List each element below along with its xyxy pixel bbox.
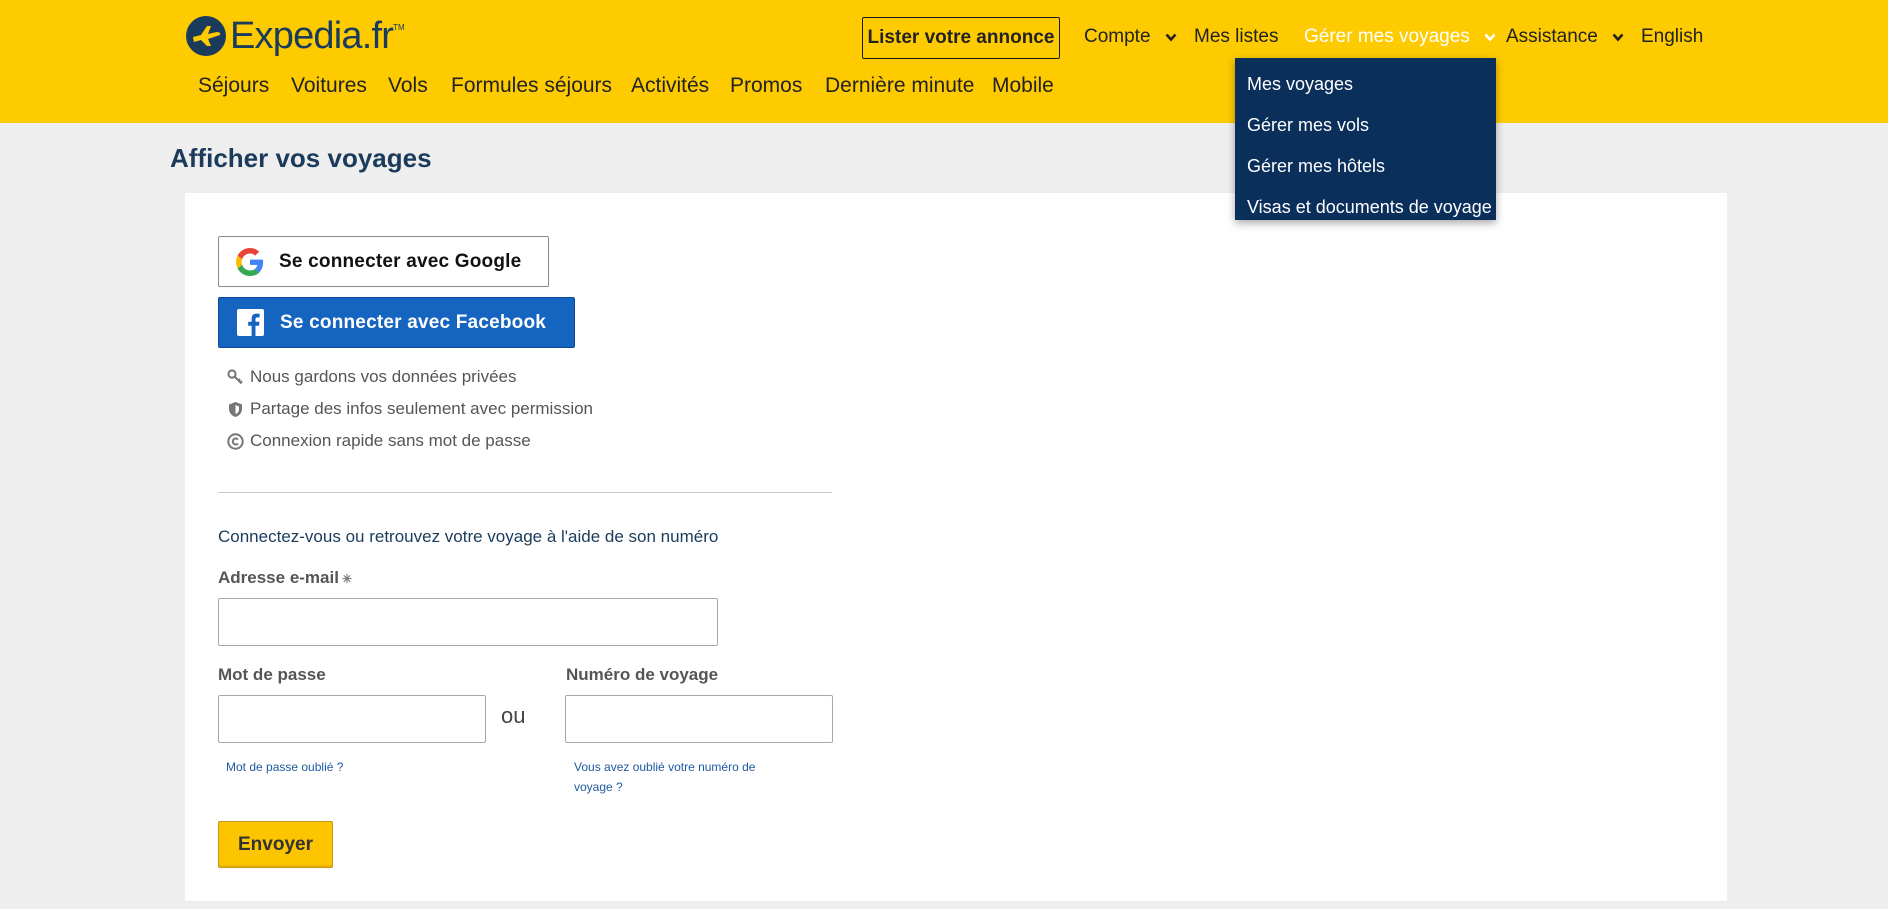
- nav-activities[interactable]: Activités: [631, 74, 709, 98]
- trip-number-field[interactable]: [565, 695, 833, 743]
- facebook-signin-button[interactable]: Se connecter avec Facebook: [218, 297, 575, 348]
- account-menu-label: Compte: [1084, 26, 1151, 47]
- page-title: Afficher vos voyages: [170, 143, 432, 173]
- manage-trips-label: Gérer mes voyages: [1304, 26, 1470, 47]
- language-link[interactable]: English: [1641, 26, 1703, 48]
- password-field[interactable]: [218, 695, 486, 743]
- account-menu[interactable]: Compte: [1084, 26, 1177, 48]
- list-property-button[interactable]: Lister votre annonce: [862, 17, 1060, 59]
- form-intro-text: Connectez-vous ou retrouvez votre voyage…: [218, 527, 719, 546]
- dropdown-item-manage-flights[interactable]: Gérer mes vols: [1235, 107, 1496, 148]
- trip-number-label: Numéro de voyage: [566, 665, 719, 684]
- feature-passwordless-text: Connexion rapide sans mot de passe: [250, 431, 531, 450]
- nav-stays[interactable]: Séjours: [198, 74, 269, 98]
- shield-icon: [229, 401, 242, 417]
- forgot-trip-number-link[interactable]: Vous avez oublié votre numéro de voyage …: [574, 757, 755, 797]
- submit-button[interactable]: Envoyer: [218, 821, 333, 868]
- email-label-text: Adresse e-mail: [218, 568, 339, 587]
- chevron-down-icon: [1612, 33, 1624, 41]
- nav-cars[interactable]: Voitures: [291, 74, 367, 98]
- feature-permission-text: Partage des infos seulement avec permiss…: [250, 399, 594, 418]
- nav-flights[interactable]: Vols: [388, 74, 428, 98]
- my-lists-label: Mes listes: [1194, 26, 1279, 47]
- facebook-icon: [237, 309, 264, 336]
- forgot-password-link[interactable]: Mot de passe oublié ?: [226, 757, 343, 777]
- support-menu-label: Assistance: [1506, 26, 1598, 47]
- dropdown-item-visas-documents[interactable]: Visas et documents de voyage: [1235, 189, 1496, 230]
- chevron-down-icon: [1484, 33, 1496, 41]
- feature-permission: Partage des infos seulement avec permiss…: [227, 399, 593, 419]
- forgot-trip-line1: Vous avez oublié votre numéro de: [574, 760, 756, 774]
- plane-logo-icon: [186, 16, 226, 56]
- nav-deals[interactable]: Promos: [730, 74, 802, 98]
- dropdown-item-my-trips[interactable]: Mes voyages: [1235, 66, 1496, 107]
- nav-packages[interactable]: Formules séjours: [451, 74, 612, 98]
- support-menu[interactable]: Assistance: [1506, 26, 1624, 48]
- email-label: Adresse e-mail ✳: [218, 568, 352, 588]
- logo-text: Expedia.fr: [230, 14, 394, 57]
- email-field[interactable]: [218, 598, 718, 646]
- copyright-icon: [227, 432, 244, 450]
- facebook-signin-label: Se connecter avec Facebook: [280, 311, 547, 333]
- chevron-down-icon: [1165, 33, 1176, 41]
- section-divider: [218, 492, 832, 493]
- manage-trips-dropdown: Mes voyages Gérer mes vols Gérer mes hôt…: [1235, 58, 1496, 220]
- feature-privacy-text: Nous gardons vos données privées: [250, 367, 517, 386]
- google-icon: [236, 247, 264, 276]
- feature-privacy: Nous gardons vos données privées: [227, 367, 517, 387]
- expedia-logo[interactable]: Expedia.fr TM: [185, 14, 405, 58]
- password-label: Mot de passe: [218, 665, 326, 684]
- logo-trademark: TM: [393, 22, 405, 32]
- google-signin-button[interactable]: Se connecter avec Google: [218, 236, 549, 287]
- dropdown-item-manage-hotels[interactable]: Gérer mes hôtels: [1235, 148, 1496, 189]
- manage-trips-menu[interactable]: Gérer mes voyages: [1304, 26, 1496, 48]
- forgot-trip-line2: voyage ?: [574, 780, 623, 794]
- key-icon: [227, 368, 243, 384]
- my-lists-link[interactable]: Mes listes: [1194, 26, 1278, 48]
- google-signin-label: Se connecter avec Google: [279, 250, 522, 272]
- required-mark-icon: ✳: [341, 572, 353, 586]
- nav-mobile[interactable]: Mobile: [992, 74, 1054, 98]
- or-separator: ou: [501, 703, 526, 728]
- nav-last-minute[interactable]: Dernière minute: [825, 74, 974, 98]
- feature-passwordless: Connexion rapide sans mot de passe: [227, 431, 531, 451]
- language-label: English: [1641, 26, 1704, 47]
